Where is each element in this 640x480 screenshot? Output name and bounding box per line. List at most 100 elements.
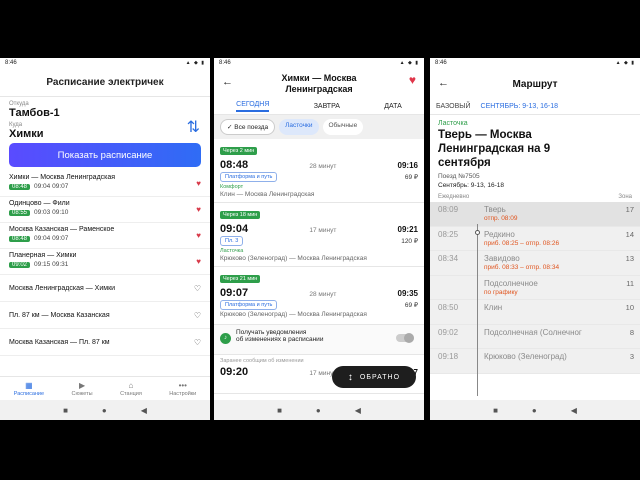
route-title: Планерная — Химки xyxy=(9,252,77,259)
tab-stories[interactable]: ▶ Сюжеты xyxy=(72,381,93,397)
title-line: Химки — Москва xyxy=(281,73,357,83)
title-line: Ленинградская на 9 xyxy=(438,143,551,155)
train-item[interactable]: Через 21 мин 09:07 28 минут 09:35 Платформ… xyxy=(214,267,424,325)
current-position-icon xyxy=(475,230,480,235)
tab-tomorrow[interactable]: ЗАВТРА xyxy=(314,103,340,110)
heart-icon[interactable]: ♥ xyxy=(196,257,201,266)
from-field[interactable]: Тамбов-1 xyxy=(9,107,201,119)
stop-row[interactable]: 09:18 Крюково (Зеленоград) 3 xyxy=(430,349,640,374)
chip-label: Все поезда xyxy=(234,124,269,131)
price: 69 ₽ xyxy=(404,302,418,309)
recents-icon[interactable]: ■ xyxy=(493,406,498,415)
time-badge: 08:55 xyxy=(9,209,31,216)
tab-schedule[interactable]: ▦ Расписание xyxy=(14,381,44,397)
notify-toggle[interactable] xyxy=(396,333,414,343)
arrow-left-icon[interactable]: ← xyxy=(438,77,449,89)
home-icon[interactable]: ● xyxy=(532,406,537,415)
tab-september[interactable]: СЕНТЯБРЬ: 9-13, 16-18 xyxy=(481,103,559,110)
fav-route-item[interactable]: Планерная — Химки 09:02 09:15 09:31 ♥ xyxy=(0,249,210,275)
stop-row[interactable]: 08:09 Тверь отпр. 08:09 17 xyxy=(430,202,640,227)
fav-route-item[interactable]: Химки — Москва Ленинградская 08:48 09:04 … xyxy=(0,171,210,197)
tab-settings[interactable]: ••• Настройки xyxy=(169,381,196,397)
back-nav-icon[interactable]: ◀ xyxy=(571,406,577,415)
recents-icon[interactable]: ■ xyxy=(277,406,282,415)
back-nav-icon[interactable]: ◀ xyxy=(141,406,147,415)
filter-chips: ✓ Все поезда Ласточки Обычные xyxy=(214,115,424,139)
stop-time: 09:02 xyxy=(438,327,459,337)
stop-row[interactable]: 08:25 Редкино приб. 08:25 – отпр. 08:26 1… xyxy=(430,226,640,251)
stop-time: 08:50 xyxy=(438,303,459,312)
duration: 28 минут xyxy=(309,163,337,170)
departure-time: 09:20 xyxy=(220,366,249,378)
tab-base[interactable]: БАЗОВЫЙ xyxy=(436,103,471,110)
title-line: Тверь — Москва xyxy=(438,129,532,141)
home-icon[interactable]: ● xyxy=(102,406,107,415)
status-bar: 8:46 ▲ ◆ ▮ xyxy=(430,58,640,69)
stop-name: Подсолнечное xyxy=(484,278,538,288)
heart-icon[interactable]: ♥ xyxy=(196,205,201,214)
status-time: 8:46 xyxy=(435,60,447,66)
heart-icon[interactable]: ♥ xyxy=(196,179,201,188)
heart-outline-icon[interactable]: ♡ xyxy=(194,338,201,347)
price: 69 ₽ xyxy=(404,174,418,181)
tab-date[interactable]: ДАТА xyxy=(384,103,402,110)
title-line: сентября xyxy=(438,157,491,169)
heart-icon[interactable]: ♥ xyxy=(196,231,201,240)
chip-all-trains[interactable]: ✓ Все поезда xyxy=(220,119,276,135)
route-item[interactable]: Москва Ленинградская — Химки ♡ xyxy=(0,275,210,302)
button-label: ОБРАТНО xyxy=(359,373,401,381)
back-nav-icon[interactable]: ◀ xyxy=(355,406,361,415)
tab-label: Расписание xyxy=(13,390,45,397)
status-time: 8:46 xyxy=(219,60,231,66)
status-icons: ▲ ◆ ▮ xyxy=(185,60,205,66)
stop-name: Редкино xyxy=(484,229,515,239)
platform-badge[interactable]: Платформа и путь xyxy=(220,300,278,310)
route-line xyxy=(477,224,478,396)
chip-lastochka[interactable]: Ласточки xyxy=(279,119,319,135)
schedule-tabs: БАЗОВЫЙ СЕНТЯБРЬ: 9-13, 16-18 xyxy=(430,99,640,115)
reverse-route-button[interactable]: ↕ ОБРАТНО xyxy=(332,366,416,388)
route-title: Пл. 87 км — Москва Казанская xyxy=(9,311,110,319)
heart-icon[interactable]: ♥ xyxy=(409,74,416,86)
recents-icon[interactable]: ■ xyxy=(63,406,68,415)
heart-outline-icon[interactable]: ♡ xyxy=(194,311,201,320)
platform-badge[interactable]: Платформа и путь xyxy=(220,172,278,182)
stop-row[interactable]: 09:02 Подсолнечная (Солнечног 8 xyxy=(430,324,640,349)
stop-name: Подсолнечная (Солнечног xyxy=(484,327,582,337)
route-title: Тверь — Москва Ленинградская на 9 сентяб… xyxy=(430,127,640,171)
route-item[interactable]: Пл. 87 км — Москва Казанская ♡ xyxy=(0,302,210,329)
stop-row[interactable]: 08:50 Клин 10 xyxy=(430,300,640,325)
home-icon[interactable]: ● xyxy=(316,406,321,415)
chip-regular[interactable]: Обычные xyxy=(322,119,364,135)
stop-row[interactable]: Подсолнечное по графику 11 xyxy=(430,275,640,300)
swap-icon[interactable]: ⇅ xyxy=(187,117,200,137)
stop-time: 09:18 xyxy=(438,352,459,361)
heart-outline-icon[interactable]: ♡ xyxy=(194,284,201,293)
swap-vertical-icon: ↕ xyxy=(347,371,354,383)
route-item[interactable]: Москва Казанская — Пл. 87 км ♡ xyxy=(0,329,210,356)
train-item[interactable]: Через 2 мин 08:48 28 минут 09:16 Платформа… xyxy=(214,139,424,203)
arrival-time: 09:16 xyxy=(397,161,418,170)
arrival-time: 09:21 xyxy=(397,225,418,234)
notify-row[interactable]: ♪ Получать уведомления об изменениях в р… xyxy=(214,325,424,355)
stop-zone: 3 xyxy=(629,352,634,361)
stop-row[interactable]: 08:34 Завидово приб. 08:33 – отпр. 08:34 … xyxy=(430,251,640,276)
show-schedule-button[interactable]: Показать расписание xyxy=(9,143,201,167)
to-field[interactable]: Химки xyxy=(9,128,201,140)
route-times: 09:04 09:07 xyxy=(34,235,69,242)
departure-time: 09:04 xyxy=(220,223,249,235)
stop-time: 08:34 xyxy=(438,254,459,263)
platform-badge[interactable]: Пл. 3 xyxy=(220,236,244,246)
route-title: Химки — Москва Ленинградская xyxy=(9,174,116,181)
tab-today[interactable]: СЕГОДНЯ xyxy=(236,101,270,112)
fav-route-item[interactable]: Одинцово — Фили 08:55 09:03 09:10 ♥ xyxy=(0,197,210,223)
tab-station[interactable]: ⌂ Станция xyxy=(120,381,142,397)
stop-time: 08:25 xyxy=(438,229,459,239)
stop-name: Тверь xyxy=(484,205,506,214)
train-number: Поезд №7505 xyxy=(438,173,480,180)
stop-time: 08:09 xyxy=(438,205,459,214)
train-item[interactable]: Через 18 мин 09:04 17 минут 09:21 Пл. 3 120… xyxy=(214,203,424,267)
arrow-left-icon[interactable]: ← xyxy=(222,77,233,88)
fav-route-item[interactable]: Москва Казанская — Раменское 08:48 09:04 … xyxy=(0,223,210,249)
screenshot-collage: 8:46 ▲ ◆ ▮ Расписание электричек Откуда … xyxy=(0,0,640,480)
